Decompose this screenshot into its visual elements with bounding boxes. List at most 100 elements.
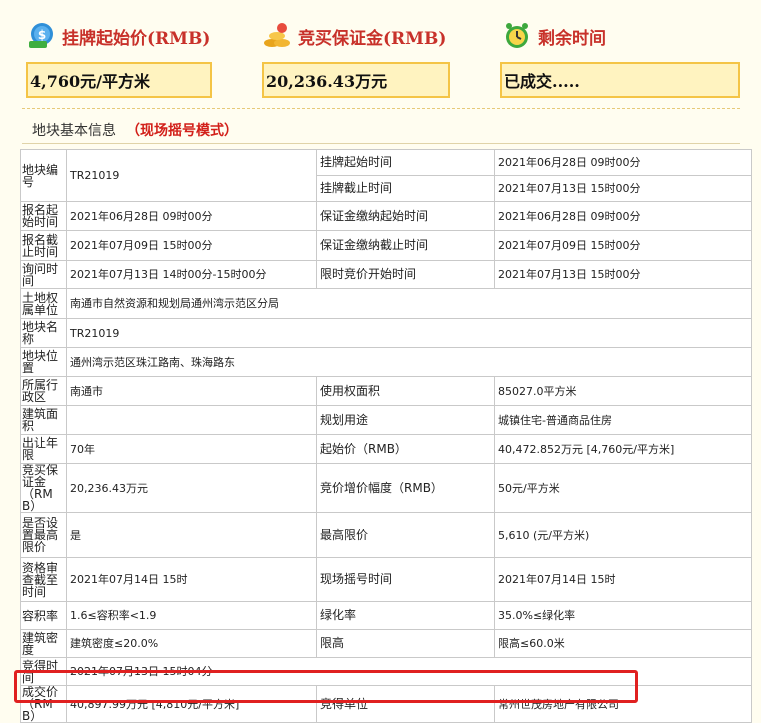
table-row: 地块位置 通州湾示范区珠江路南、珠海路东 xyxy=(20,347,752,377)
row-key: 竞价增价幅度（RMB） xyxy=(316,463,495,513)
row-key: 挂牌起始时间 xyxy=(316,149,495,176)
time-value-box: 已成交..... xyxy=(500,62,740,98)
row-value: 城镇住宅-普通商品住房 xyxy=(494,405,752,435)
row-key: 容积率 xyxy=(20,601,67,630)
row-key: 地块编号 xyxy=(20,149,67,202)
row-value: TR21019 xyxy=(66,318,752,348)
row-value: 40,897.99万元 [4,810元/平方米] xyxy=(66,685,317,723)
row-value: 5,610 (元/平方米) xyxy=(494,512,752,558)
row-value: 是 xyxy=(66,512,317,558)
row-key: 出让年限 xyxy=(20,434,67,464)
row-value: 35.0%≤绿化率 xyxy=(494,601,752,630)
row-key: 所属行政区 xyxy=(20,376,67,406)
row-key: 建筑密度 xyxy=(20,629,67,658)
parcel-info-table: 地块编号 TR21019 挂牌起始时间 2021年06月28日 09时00分 挂… xyxy=(20,149,752,723)
gold-ingots-icon xyxy=(262,21,292,51)
table-row: 资格审查截至时间 2021年07月14日 15时 现场摇号时间 2021年07月… xyxy=(20,557,752,602)
row-key: 报名起始时间 xyxy=(20,201,67,231)
row-key: 挂牌截止时间 xyxy=(316,175,495,202)
time-label: 剩余时间 xyxy=(538,28,606,49)
row-value: 2021年07月13日 15时00分 xyxy=(494,175,752,202)
row-value: 85027.0平方米 xyxy=(494,376,752,406)
row-key: 询问时间 xyxy=(20,260,67,289)
row-key: 现场摇号时间 xyxy=(316,557,495,602)
table-row: 容积率 1.6≤容积率<1.9 绿化率 35.0%≤绿化率 xyxy=(20,601,752,630)
row-value: 2021年07月13日 15时04分 xyxy=(66,657,752,686)
row-value: 2021年06月28日 09时00分 xyxy=(494,149,752,176)
row-key: 竞买保证金（RMB） xyxy=(20,463,67,513)
row-key: 是否设置最高限价 xyxy=(20,512,67,558)
row-key: 保证金缴纳截止时间 xyxy=(316,230,495,261)
table-row: 报名起始时间 2021年06月28日 09时00分 保证金缴纳起始时间 2021… xyxy=(20,201,752,231)
row-value: 2021年07月14日 15时 xyxy=(66,557,317,602)
row-key: 保证金缴纳起始时间 xyxy=(316,201,495,231)
alarm-clock-icon xyxy=(502,21,532,51)
row-value: 70年 xyxy=(66,434,317,464)
row-value: 40,472.852万元 [4,760元/平方米] xyxy=(494,434,752,464)
deposit-value: 20,236.43万元 xyxy=(266,72,388,91)
section-title-text: 地块基本信息 xyxy=(32,123,116,139)
table-row: 竞得时间 2021年07月13日 15时04分 xyxy=(20,657,752,686)
deposit-value-box: 20,236.43万元 xyxy=(262,62,450,98)
row-key: 使用权面积 xyxy=(316,376,495,406)
row-key: 绿化率 xyxy=(316,601,495,630)
row-value: 2021年07月09日 15时00分 xyxy=(66,230,317,261)
deposit-header: 竞买保证金(RMB) xyxy=(262,20,446,52)
row-value: 1.6≤容积率<1.9 xyxy=(66,601,317,630)
row-key: 规划用途 xyxy=(316,405,495,435)
row-value: 2021年06月28日 09时00分 xyxy=(66,201,317,231)
price-value-box: 4,760元/平方米 xyxy=(26,62,212,98)
price-label: 挂牌起始价(RMB) xyxy=(62,28,211,49)
row-value: 通州湾示范区珠江路南、珠海路东 xyxy=(66,347,752,377)
money-coin-icon: $ xyxy=(26,21,56,51)
table-row: 地块编号 TR21019 挂牌起始时间 2021年06月28日 09时00分 xyxy=(20,149,752,202)
row-key: 成交价（RMB） xyxy=(20,685,67,723)
time-value: 已成交..... xyxy=(504,72,580,91)
row-value: 限高≤60.0米 xyxy=(494,629,752,658)
table-row: 建筑面积 规划用途 城镇住宅-普通商品住房 xyxy=(20,405,752,435)
row-value: 2021年07月13日 15时00分 xyxy=(494,260,752,289)
row-value: 2021年07月09日 15时00分 xyxy=(494,230,752,261)
row-value: 2021年07月13日 14时00分-15时00分 xyxy=(66,260,317,289)
row-key: 最高限价 xyxy=(316,512,495,558)
table-row: 出让年限 70年 起始价（RMB） 40,472.852万元 [4,760元/平… xyxy=(20,434,752,464)
table-row-deal: 成交价（RMB） 40,897.99万元 [4,810元/平方米] 竞得单位 常… xyxy=(20,685,752,723)
table-row: 地块名称 TR21019 xyxy=(20,318,752,348)
table-row: 建筑密度 建筑密度≤20.0% 限高 限高≤60.0米 xyxy=(20,629,752,658)
row-value: 常州世茂房地产有限公司 xyxy=(494,685,752,723)
divider xyxy=(22,108,740,109)
section-title: 地块基本信息 （现场摇号模式） xyxy=(32,120,238,140)
table-row: 是否设置最高限价 是 最高限价 5,610 (元/平方米) xyxy=(20,512,752,558)
row-key: 地块名称 xyxy=(20,318,67,348)
row-key: 地块位置 xyxy=(20,347,67,377)
row-value: TR21019 xyxy=(66,149,317,202)
deposit-label: 竞买保证金(RMB) xyxy=(298,28,447,49)
svg-text:$: $ xyxy=(38,28,46,42)
row-value: 50元/平方米 xyxy=(494,463,752,513)
row-key: 限时竞价开始时间 xyxy=(316,260,495,289)
row-value: 南通市 xyxy=(66,376,317,406)
row-key: 起始价（RMB） xyxy=(316,434,495,464)
time-header: 剩余时间 xyxy=(502,20,606,52)
row-key: 建筑面积 xyxy=(20,405,67,435)
section-divider xyxy=(22,143,740,144)
summary-header: $ 挂牌起始价(RMB) 4,760元/平方米 竞买保证金(RMB) 20,23… xyxy=(0,0,761,110)
row-key: 限高 xyxy=(316,629,495,658)
row-key: 资格审查截至时间 xyxy=(20,557,67,602)
table-row: 询问时间 2021年07月13日 14时00分-15时00分 限时竞价开始时间 … xyxy=(20,260,752,289)
row-value: 2021年07月14日 15时 xyxy=(494,557,752,602)
table-row: 土地权属单位 南通市自然资源和规划局通州湾示范区分局 xyxy=(20,288,752,319)
row-key: 竞得时间 xyxy=(20,657,67,686)
row-key: 竞得单位 xyxy=(316,685,495,723)
price-header: $ 挂牌起始价(RMB) xyxy=(26,20,210,52)
row-value: 2021年06月28日 09时00分 xyxy=(494,201,752,231)
table-row: 所属行政区 南通市 使用权面积 85027.0平方米 xyxy=(20,376,752,406)
row-value: 建筑密度≤20.0% xyxy=(66,629,317,658)
section-mode: （现场摇号模式） xyxy=(126,123,238,139)
row-key: 土地权属单位 xyxy=(20,288,67,319)
table-row: 报名截止时间 2021年07月09日 15时00分 保证金缴纳截止时间 2021… xyxy=(20,230,752,261)
row-value xyxy=(66,405,317,435)
row-value: 南通市自然资源和规划局通州湾示范区分局 xyxy=(66,288,752,319)
table-row: 竞买保证金（RMB） 20,236.43万元 竞价增价幅度（RMB） 50元/平… xyxy=(20,463,752,513)
row-key: 报名截止时间 xyxy=(20,230,67,261)
